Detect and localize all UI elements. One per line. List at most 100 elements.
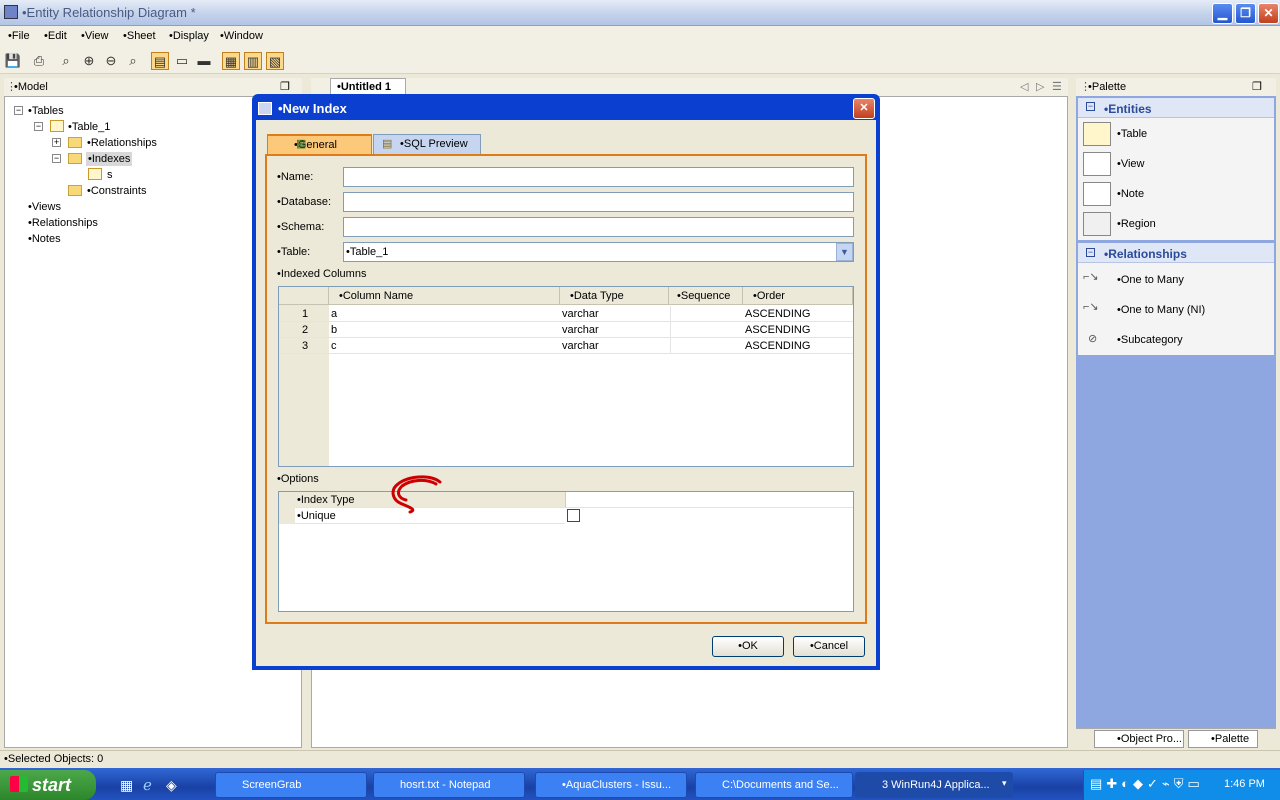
tree-constraints[interactable]: •Constraints bbox=[87, 185, 147, 197]
cell-order[interactable]: ASCENDING bbox=[743, 322, 853, 338]
cell-data-type[interactable]: varchar bbox=[560, 322, 670, 338]
tree-table-1[interactable]: •Table_1 bbox=[68, 121, 110, 133]
display-logical-icon[interactable]: ▦ bbox=[222, 52, 240, 70]
database-label: •Database: bbox=[277, 196, 331, 208]
schema-label: •Schema: bbox=[277, 221, 325, 233]
print-icon[interactable]: ⎙ bbox=[30, 52, 48, 70]
option-index-type-value[interactable] bbox=[565, 492, 853, 508]
ok-button[interactable]: •OK bbox=[712, 636, 784, 657]
col-header-order[interactable]: •Order bbox=[743, 287, 853, 305]
cell-sequence[interactable] bbox=[670, 322, 743, 338]
menu-display[interactable]: •Display bbox=[169, 30, 209, 42]
red-scribble-annotation bbox=[391, 475, 442, 514]
grid-corner bbox=[279, 287, 329, 305]
task-explorer[interactable]: C:\Documents and Se... bbox=[695, 772, 853, 798]
col-header-data-type[interactable]: •Data Type bbox=[560, 287, 669, 305]
app-quicklaunch-icon[interactable]: ◈ bbox=[166, 777, 177, 794]
task-group-arrow-icon[interactable]: ▾ bbox=[1002, 778, 1007, 789]
tab-general[interactable]: •General bbox=[267, 134, 372, 154]
ie-icon[interactable]: ℯ bbox=[143, 776, 152, 794]
row-number[interactable]: 1 bbox=[279, 306, 329, 322]
display-both-icon[interactable]: ▧ bbox=[266, 52, 284, 70]
tree-views[interactable]: •Views bbox=[28, 201, 61, 213]
tree-index-s[interactable]: s bbox=[107, 169, 113, 181]
cell-data-type[interactable]: varchar bbox=[560, 338, 670, 354]
palette-one-to-many[interactable]: •One to Many bbox=[1117, 274, 1184, 286]
tree-relationships-root[interactable]: •Relationships bbox=[28, 217, 98, 229]
tab-right-icon[interactable]: ▷ bbox=[1036, 80, 1044, 93]
menu-sheet[interactable]: •Sheet bbox=[123, 30, 156, 42]
tray-icons[interactable]: ▤✚◐◆✓⌁⛨▭ bbox=[1090, 776, 1204, 792]
table-select[interactable]: •Table_1 bbox=[343, 242, 854, 262]
cell-order[interactable]: ASCENDING bbox=[743, 306, 853, 322]
collapse-icon[interactable]: − bbox=[14, 106, 23, 115]
palette-title: •Palette bbox=[1088, 81, 1127, 93]
schema-field[interactable] bbox=[343, 217, 854, 237]
task-aquaclusters[interactable]: •AquaClusters - Issu... bbox=[535, 772, 687, 798]
tab-palette[interactable]: •Palette bbox=[1188, 730, 1258, 748]
tree-indexes[interactable]: •Indexes bbox=[86, 152, 133, 166]
minimize-button[interactable]: ▁ bbox=[1212, 3, 1233, 24]
tree-tables[interactable]: •Tables bbox=[28, 105, 64, 117]
expand-icon[interactable]: + bbox=[52, 138, 61, 147]
cell-column-name[interactable]: c bbox=[329, 338, 560, 354]
menu-window[interactable]: •Window bbox=[220, 30, 263, 42]
cell-column-name[interactable]: b bbox=[329, 322, 560, 338]
tree-relationships[interactable]: •Relationships bbox=[87, 137, 157, 149]
chevron-down-icon[interactable]: ▼ bbox=[836, 243, 853, 261]
toolbar bbox=[0, 48, 1280, 74]
palette-region[interactable]: •Region bbox=[1117, 218, 1156, 230]
task-winrun4j[interactable]: 3 WinRun4J Applica... bbox=[855, 772, 1013, 798]
tab-object-properties[interactable]: •Object Pro... bbox=[1094, 730, 1184, 748]
palette-table[interactable]: •Table bbox=[1117, 128, 1147, 140]
cell-order[interactable]: ASCENDING bbox=[743, 338, 853, 354]
menu-edit[interactable]: •Edit bbox=[44, 30, 67, 42]
tab-list-icon[interactable]: ☰ bbox=[1052, 80, 1062, 93]
zoom-in-icon[interactable]: ⊕ bbox=[80, 52, 98, 70]
row-number[interactable]: 3 bbox=[279, 338, 329, 354]
restore-panel-icon[interactable]: ❐ bbox=[1252, 80, 1262, 93]
clock[interactable]: 1:46 PM bbox=[1224, 778, 1265, 790]
palette-subcategory[interactable]: •Subcategory bbox=[1117, 334, 1183, 346]
index-icon bbox=[88, 168, 102, 180]
palette-note[interactable]: •Note bbox=[1117, 188, 1144, 200]
zoom-actual-icon[interactable]: ⌕ bbox=[124, 52, 142, 70]
app-icon bbox=[4, 5, 18, 19]
collapse-icon[interactable]: − bbox=[52, 154, 61, 163]
model-panel-title: •Model bbox=[14, 81, 48, 93]
cell-column-name[interactable]: a bbox=[329, 306, 560, 322]
menu-file[interactable]: •File bbox=[8, 30, 30, 42]
zoom-fit-icon[interactable]: ⌕ bbox=[57, 52, 75, 70]
view-name-icon[interactable]: ▬ bbox=[195, 52, 213, 70]
task-notepad[interactable]: hosrt.txt - Notepad bbox=[373, 772, 525, 798]
name-field[interactable] bbox=[343, 167, 854, 187]
view-keys-icon[interactable]: ▭ bbox=[173, 52, 191, 70]
excel-icon[interactable]: ▦ bbox=[120, 777, 133, 794]
cancel-button[interactable]: •Cancel bbox=[793, 636, 865, 657]
collapse-icon[interactable]: − bbox=[1086, 248, 1095, 257]
col-header-column-name[interactable]: •Column Name bbox=[329, 287, 560, 305]
database-field[interactable] bbox=[343, 192, 854, 212]
tree-notes[interactable]: •Notes bbox=[28, 233, 61, 245]
display-physical-icon[interactable]: ▥ bbox=[244, 52, 262, 70]
row-number[interactable]: 2 bbox=[279, 322, 329, 338]
save-icon[interactable]: 💾 bbox=[4, 52, 22, 70]
zoom-out-icon[interactable]: ⊖ bbox=[102, 52, 120, 70]
cell-data-type[interactable]: varchar bbox=[560, 306, 670, 322]
view-full-icon[interactable]: ▤ bbox=[151, 52, 169, 70]
maximize-button[interactable]: ❐ bbox=[1235, 3, 1256, 24]
task-screengrab[interactable]: ScreenGrab bbox=[215, 772, 367, 798]
palette-view[interactable]: •View bbox=[1117, 158, 1145, 170]
dialog-close-button[interactable]: ✕ bbox=[853, 98, 875, 119]
menu-view[interactable]: •View bbox=[81, 30, 109, 42]
palette-one-to-many-ni[interactable]: •One to Many (NI) bbox=[1117, 304, 1205, 316]
collapse-icon[interactable]: − bbox=[1086, 102, 1095, 111]
cell-sequence[interactable] bbox=[670, 306, 743, 322]
tab-left-icon[interactable]: ◁ bbox=[1020, 80, 1028, 93]
collapse-icon[interactable]: − bbox=[34, 122, 43, 131]
unique-checkbox[interactable] bbox=[567, 509, 580, 522]
col-header-sequence[interactable]: •Sequence bbox=[669, 287, 743, 305]
cell-sequence[interactable] bbox=[670, 338, 743, 354]
close-button[interactable]: ✕ bbox=[1258, 3, 1279, 24]
restore-panel-icon[interactable]: ❐ bbox=[280, 80, 290, 93]
